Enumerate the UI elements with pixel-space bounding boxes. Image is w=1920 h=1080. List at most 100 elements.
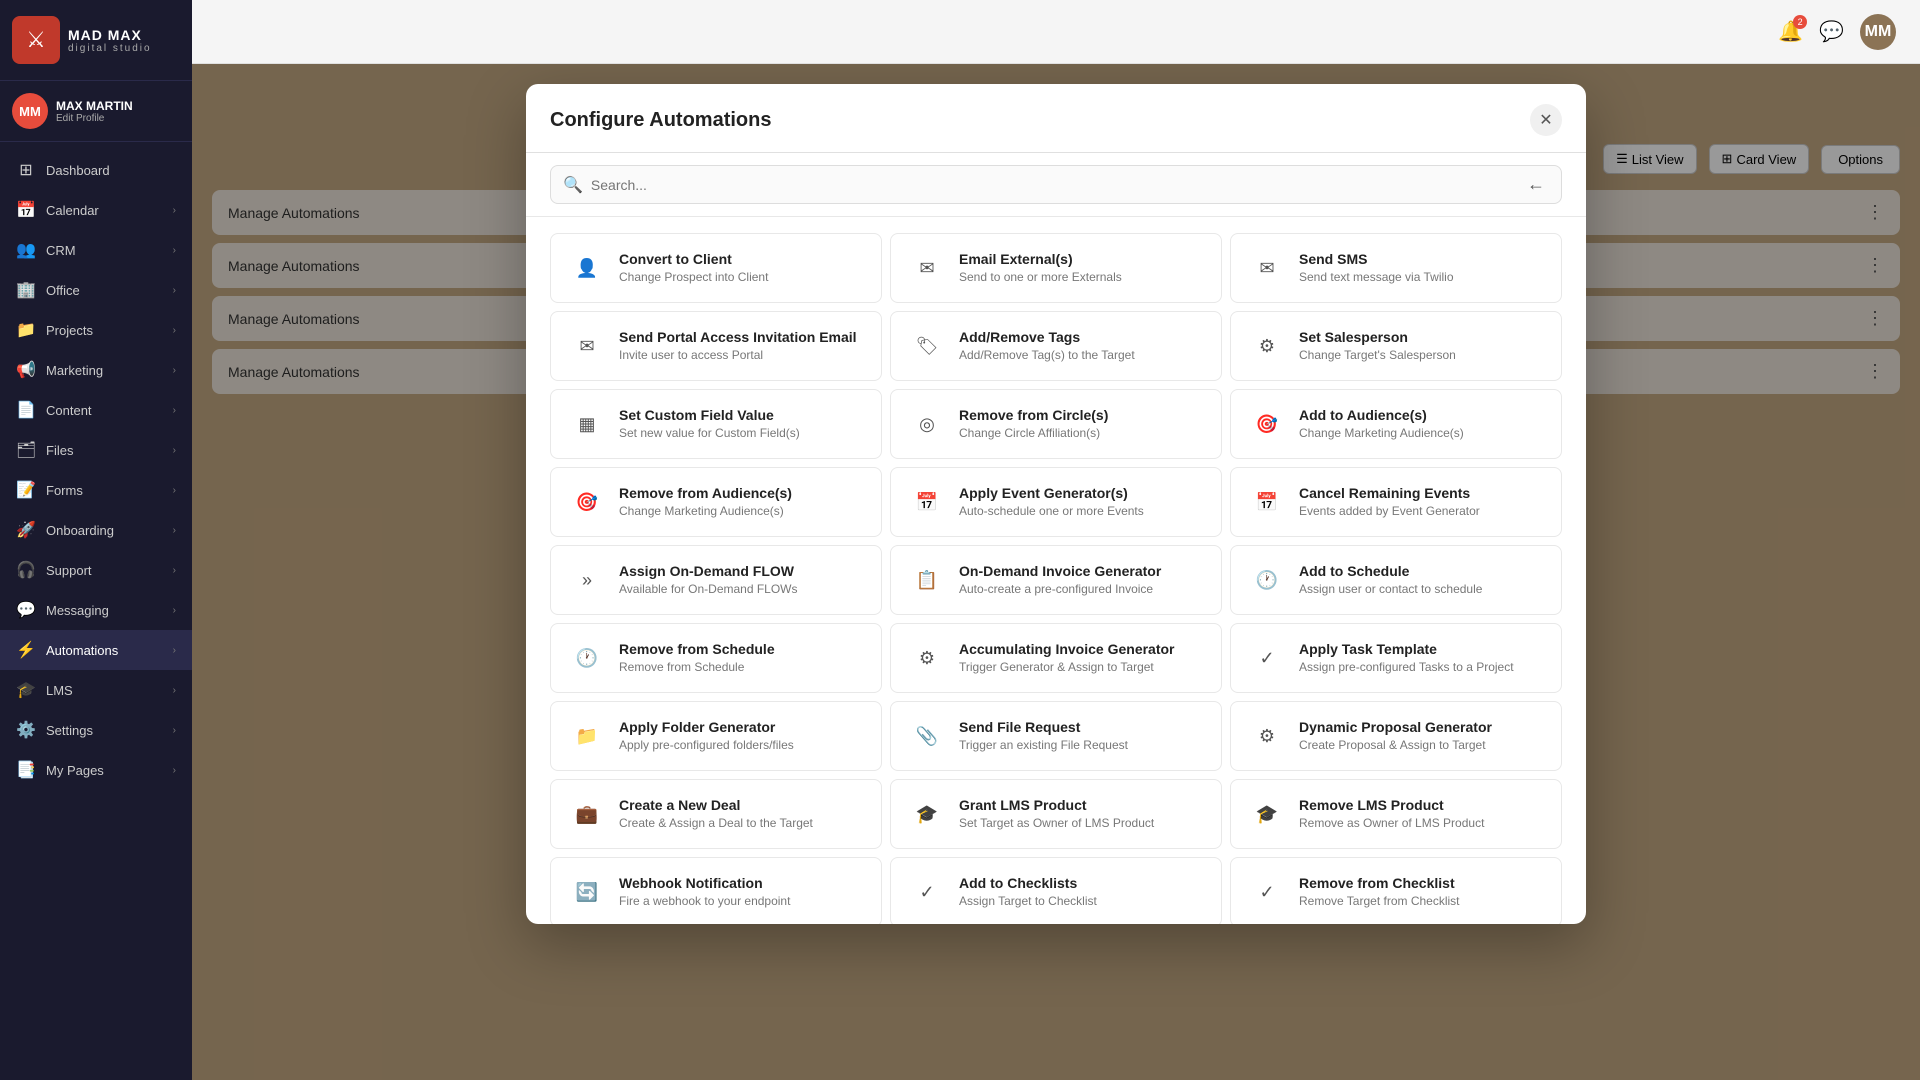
accumulating-invoice-generator-text: Accumulating Invoice Generator Trigger G… <box>959 640 1205 676</box>
remove-from-checklist-title: Remove from Checklist <box>1299 874 1545 892</box>
add-to-checklists-desc: Assign Target to Checklist <box>959 894 1205 910</box>
automation-card-add-to-audiences[interactable]: 🎯 Add to Audience(s) Change Marketing Au… <box>1230 389 1562 459</box>
sidebar-item-settings[interactable]: ⚙️ Settings › <box>0 710 192 750</box>
automation-card-set-custom-field[interactable]: ▦ Set Custom Field Value Set new value f… <box>550 389 882 459</box>
sidebar-item-dashboard[interactable]: ⊞ Dashboard <box>0 150 192 190</box>
sidebar-item-lms[interactable]: 🎓 LMS › <box>0 670 192 710</box>
files-icon: 🗂 <box>16 440 36 460</box>
modal-title: Configure Automations <box>550 109 771 132</box>
sidebar-item-files[interactable]: 🗂 Files › <box>0 430 192 470</box>
send-sms-text: Send SMS Send text message via Twilio <box>1299 250 1545 286</box>
search-icon: 🔍 <box>563 175 583 195</box>
sidebar-item-content[interactable]: 📄 Content › <box>0 390 192 430</box>
sidebar-item-calendar[interactable]: 📅 Calendar › <box>0 190 192 230</box>
messages-icon[interactable]: 💬 <box>1819 19 1844 44</box>
search-input[interactable] <box>591 177 1523 193</box>
sidebar-profile[interactable]: MM MAX MARTIN Edit Profile <box>0 81 192 142</box>
sidebar-item-my-pages[interactable]: 📑 My Pages › <box>0 750 192 790</box>
search-back-button[interactable]: ← <box>1523 174 1549 195</box>
automation-card-remove-from-circle[interactable]: ◎ Remove from Circle(s) Change Circle Af… <box>890 389 1222 459</box>
automation-card-send-sms[interactable]: ✉ Send SMS Send text message via Twilio <box>1230 233 1562 303</box>
automation-card-email-externals[interactable]: ✉ Email External(s) Send to one or more … <box>890 233 1222 303</box>
automation-card-add-to-checklists[interactable]: ✓ Add to Checklists Assign Target to Che… <box>890 857 1222 924</box>
profile-edit[interactable]: Edit Profile <box>56 113 133 124</box>
automation-card-dynamic-proposal-generator[interactable]: ⚙ Dynamic Proposal Generator Create Prop… <box>1230 701 1562 771</box>
remove-from-schedule-icon: 🕐 <box>567 638 607 678</box>
automation-card-add-remove-tags[interactable]: 🏷 Add/Remove Tags Add/Remove Tag(s) to t… <box>890 311 1222 381</box>
webhook-notification-icon: 🔄 <box>567 872 607 912</box>
sidebar-item-automations[interactable]: ⚡ Automations › <box>0 630 192 670</box>
sidebar-item-marketing[interactable]: 📢 Marketing › <box>0 350 192 390</box>
apply-task-template-title: Apply Task Template <box>1299 640 1545 658</box>
user-avatar[interactable]: MM <box>1860 14 1896 50</box>
accumulating-invoice-generator-title: Accumulating Invoice Generator <box>959 640 1205 658</box>
sidebar-item-support[interactable]: 🎧 Support › <box>0 550 192 590</box>
automation-card-grant-lms-product[interactable]: 🎓 Grant LMS Product Set Target as Owner … <box>890 779 1222 849</box>
add-to-audiences-text: Add to Audience(s) Change Marketing Audi… <box>1299 406 1545 442</box>
cancel-remaining-events-icon: 📅 <box>1247 482 1287 522</box>
automation-card-set-salesperson[interactable]: ⚙ Set Salesperson Change Target's Salesp… <box>1230 311 1562 381</box>
sidebar-nav: ⊞ Dashboard 📅 Calendar › 👥 CRM › 🏢 Offic… <box>0 142 192 1080</box>
calendar-icon: 📅 <box>16 200 36 220</box>
automations-grid: 👤 Convert to Client Change Prospect into… <box>550 233 1562 924</box>
create-new-deal-title: Create a New Deal <box>619 796 865 814</box>
sidebar-item-forms[interactable]: 📝 Forms › <box>0 470 192 510</box>
send-sms-icon: ✉ <box>1247 248 1287 288</box>
automation-card-webhook-notification[interactable]: 🔄 Webhook Notification Fire a webhook to… <box>550 857 882 924</box>
avatar: MM <box>12 93 48 129</box>
automation-card-apply-folder-generator[interactable]: 📁 Apply Folder Generator Apply pre-confi… <box>550 701 882 771</box>
marketing-icon: 📢 <box>16 360 36 380</box>
automation-card-apply-task-template[interactable]: ✓ Apply Task Template Assign pre-configu… <box>1230 623 1562 693</box>
automation-card-convert-to-client[interactable]: 👤 Convert to Client Change Prospect into… <box>550 233 882 303</box>
sidebar-item-projects[interactable]: 📁 Projects › <box>0 310 192 350</box>
automation-card-assign-on-demand-flow[interactable]: » Assign On-Demand FLOW Available for On… <box>550 545 882 615</box>
automation-card-create-new-deal[interactable]: 💼 Create a New Deal Create & Assign a De… <box>550 779 882 849</box>
onboarding-icon: 🚀 <box>16 520 36 540</box>
automation-card-on-demand-invoice-generator[interactable]: 📋 On-Demand Invoice Generator Auto-creat… <box>890 545 1222 615</box>
sidebar-item-crm[interactable]: 👥 CRM › <box>0 230 192 270</box>
settings-icon: ⚙️ <box>16 720 36 740</box>
automation-card-accumulating-invoice-generator[interactable]: ⚙ Accumulating Invoice Generator Trigger… <box>890 623 1222 693</box>
automation-card-remove-lms-product[interactable]: 🎓 Remove LMS Product Remove as Owner of … <box>1230 779 1562 849</box>
automation-card-send-portal-access[interactable]: ✉ Send Portal Access Invitation Email In… <box>550 311 882 381</box>
sidebar-item-office[interactable]: 🏢 Office › <box>0 270 192 310</box>
email-externals-desc: Send to one or more Externals <box>959 270 1205 286</box>
profile-info: MAX MARTIN Edit Profile <box>56 99 133 124</box>
create-new-deal-text: Create a New Deal Create & Assign a Deal… <box>619 796 865 832</box>
brand-name: MAD MAX <box>68 27 152 43</box>
notification-bell[interactable]: 🔔 2 <box>1778 19 1803 44</box>
cancel-remaining-events-desc: Events added by Event Generator <box>1299 504 1545 520</box>
sidebar-item-messaging[interactable]: 💬 Messaging › <box>0 590 192 630</box>
automation-card-remove-from-audiences[interactable]: 🎯 Remove from Audience(s) Change Marketi… <box>550 467 882 537</box>
automation-card-send-file-request[interactable]: 📎 Send File Request Trigger an existing … <box>890 701 1222 771</box>
automation-card-add-to-schedule[interactable]: 🕐 Add to Schedule Assign user or contact… <box>1230 545 1562 615</box>
modal-search-area: 🔍 ← <box>526 153 1586 217</box>
forms-icon: 📝 <box>16 480 36 500</box>
automation-card-apply-event-generator[interactable]: 📅 Apply Event Generator(s) Auto-schedule… <box>890 467 1222 537</box>
apply-event-generator-title: Apply Event Generator(s) <box>959 484 1205 502</box>
content-icon: 📄 <box>16 400 36 420</box>
remove-from-checklist-text: Remove from Checklist Remove Target from… <box>1299 874 1545 910</box>
add-remove-tags-text: Add/Remove Tags Add/Remove Tag(s) to the… <box>959 328 1205 364</box>
automation-card-cancel-remaining-events[interactable]: 📅 Cancel Remaining Events Events added b… <box>1230 467 1562 537</box>
send-file-request-icon: 📎 <box>907 716 947 756</box>
automation-card-remove-from-schedule[interactable]: 🕐 Remove from Schedule Remove from Sched… <box>550 623 882 693</box>
modal-header: Configure Automations ✕ <box>526 84 1586 153</box>
projects-icon: 📁 <box>16 320 36 340</box>
remove-from-circle-desc: Change Circle Affiliation(s) <box>959 426 1205 442</box>
topbar: 🔔 2 💬 MM <box>192 0 1920 64</box>
modal-overlay[interactable]: Configure Automations ✕ 🔍 ← 👤 Convert to… <box>192 64 1920 1080</box>
apply-folder-generator-text: Apply Folder Generator Apply pre-configu… <box>619 718 865 754</box>
set-custom-field-text: Set Custom Field Value Set new value for… <box>619 406 865 442</box>
automation-card-remove-from-checklist[interactable]: ✓ Remove from Checklist Remove Target fr… <box>1230 857 1562 924</box>
send-portal-access-title: Send Portal Access Invitation Email <box>619 328 865 346</box>
remove-from-checklist-desc: Remove Target from Checklist <box>1299 894 1545 910</box>
email-externals-title: Email External(s) <box>959 250 1205 268</box>
chevron-right-icon: › <box>173 365 176 376</box>
modal-close-button[interactable]: ✕ <box>1530 104 1562 136</box>
set-salesperson-icon: ⚙ <box>1247 326 1287 366</box>
sidebar-item-onboarding[interactable]: 🚀 Onboarding › <box>0 510 192 550</box>
grant-lms-product-desc: Set Target as Owner of LMS Product <box>959 816 1205 832</box>
chevron-right-icon: › <box>173 405 176 416</box>
remove-lms-product-desc: Remove as Owner of LMS Product <box>1299 816 1545 832</box>
